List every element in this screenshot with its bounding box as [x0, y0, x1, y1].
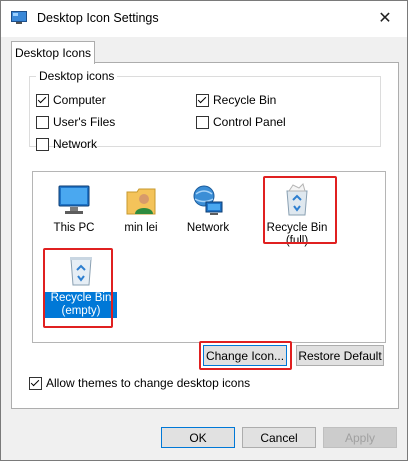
list-item-recycle-bin-full[interactable]: Recycle Bin (full) — [261, 182, 333, 248]
desktop-settings-icon — [11, 11, 27, 25]
dialog-footer: OK Cancel Apply — [1, 415, 407, 460]
icon-list[interactable]: This PC min lei Network Recycle Bin (ful… — [32, 171, 386, 343]
desktop-icons-group: Desktop icons — [29, 69, 381, 147]
checkbox-label: Allow themes to change desktop icons — [46, 376, 251, 390]
checkbox-label: Control Panel — [213, 115, 286, 129]
tab-strip: Desktop Icons — [1, 37, 407, 64]
apply-button[interactable]: Apply — [323, 427, 397, 448]
window-title: Desktop Icon Settings — [37, 11, 159, 25]
group-legend: Desktop icons — [39, 69, 115, 83]
tab-panel: Desktop icons Computer Recycle Bin User'… — [11, 62, 399, 409]
cancel-button[interactable]: Cancel — [242, 427, 316, 448]
checkbox-label: Network — [53, 137, 98, 151]
restore-default-button[interactable]: Restore Default — [296, 345, 384, 366]
checkbox-recycle-bin[interactable]: Recycle Bin — [196, 93, 276, 107]
checkbox-computer[interactable]: Computer — [36, 93, 106, 107]
ok-button[interactable]: OK — [161, 427, 235, 448]
tab-desktop-icons[interactable]: Desktop Icons — [11, 41, 95, 64]
change-icon-button[interactable]: Change Icon... — [203, 345, 287, 366]
list-item-recycle-bin-empty[interactable]: Recycle Bin (empty) — [45, 252, 117, 318]
recycle-bin-full-icon — [279, 182, 315, 218]
checkbox-box[interactable] — [29, 376, 42, 390]
checkbox-label: Computer — [53, 93, 106, 107]
computer-icon — [56, 182, 92, 218]
recycle-bin-empty-icon — [63, 252, 99, 288]
checkbox-box[interactable] — [36, 115, 49, 129]
checkbox-label: User's Files — [53, 115, 116, 129]
dialog-window: Desktop Icon Settings ✕ Desktop Icons De… — [0, 0, 408, 461]
checkbox-allow-themes[interactable]: Allow themes to change desktop icons — [29, 376, 250, 390]
checkbox-control-panel[interactable]: Control Panel — [196, 115, 286, 129]
checkbox-box[interactable] — [196, 93, 209, 107]
close-icon[interactable]: ✕ — [371, 5, 399, 31]
checkbox-box[interactable] — [36, 93, 49, 107]
list-item-network[interactable]: Network — [175, 182, 241, 235]
network-icon — [190, 182, 226, 218]
checkbox-users-files[interactable]: User's Files — [36, 115, 115, 129]
list-item-user[interactable]: min lei — [108, 182, 174, 235]
checkbox-box[interactable] — [36, 137, 49, 151]
checkbox-network[interactable]: Network — [36, 137, 97, 151]
list-item-this-pc[interactable]: This PC — [41, 182, 107, 235]
title-bar: Desktop Icon Settings ✕ — [1, 1, 407, 37]
user-folder-icon — [123, 182, 159, 218]
checkbox-box[interactable] — [196, 115, 209, 129]
checkbox-label: Recycle Bin — [213, 93, 277, 107]
